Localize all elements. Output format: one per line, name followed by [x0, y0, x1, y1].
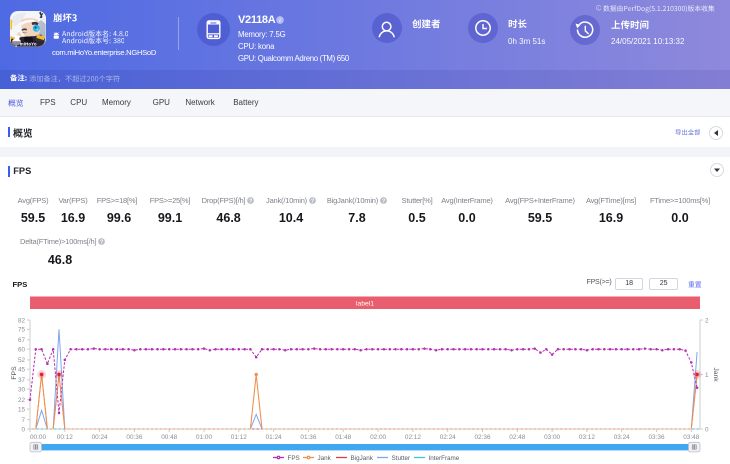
- svg-text:00:12: 00:12: [57, 434, 73, 441]
- svg-text:03:36: 03:36: [649, 434, 665, 441]
- svg-text:?: ?: [100, 239, 103, 245]
- svg-text:15: 15: [18, 406, 26, 413]
- svg-text:02:12: 02:12: [405, 434, 421, 441]
- svg-text:01:36: 01:36: [300, 434, 316, 441]
- svg-text:Jank: Jank: [712, 367, 719, 382]
- svg-text:75: 75: [18, 327, 26, 334]
- svg-text:03:00: 03:00: [544, 434, 560, 441]
- svg-text:00:48: 00:48: [161, 434, 177, 441]
- svg-text:miHoYo: miHoYo: [20, 41, 37, 46]
- svg-text:i: i: [598, 6, 599, 10]
- svg-text:00:36: 00:36: [126, 434, 142, 441]
- svg-text:01:48: 01:48: [335, 434, 351, 441]
- svg-text:0: 0: [705, 426, 709, 433]
- svg-text:02:48: 02:48: [509, 434, 525, 441]
- svg-text:01:12: 01:12: [231, 434, 247, 441]
- svg-text:Jank: Jank: [318, 455, 332, 462]
- svg-text:02:00: 02:00: [370, 434, 386, 441]
- svg-text:02:36: 02:36: [475, 434, 491, 441]
- svg-text:01:24: 01:24: [266, 434, 282, 441]
- svg-text:0: 0: [21, 426, 25, 433]
- svg-text:37: 37: [18, 377, 26, 384]
- svg-text:82: 82: [18, 317, 26, 324]
- svg-text:03:12: 03:12: [579, 434, 595, 441]
- svg-text:45: 45: [18, 367, 26, 374]
- svg-text:7: 7: [21, 417, 25, 424]
- svg-text:00:24: 00:24: [92, 434, 108, 441]
- svg-text:FPS: FPS: [11, 366, 18, 380]
- svg-text:30: 30: [18, 386, 26, 393]
- svg-text:03:24: 03:24: [614, 434, 630, 441]
- svg-text:52: 52: [18, 357, 26, 364]
- svg-text:1: 1: [705, 372, 709, 379]
- svg-text:Stutter: Stutter: [392, 455, 411, 462]
- svg-text:67: 67: [18, 337, 26, 344]
- svg-text:01:00: 01:00: [196, 434, 212, 441]
- svg-text:FPS: FPS: [288, 455, 300, 462]
- svg-text:BigJank: BigJank: [351, 455, 374, 462]
- svg-text:02:24: 02:24: [440, 434, 456, 441]
- svg-text:2: 2: [705, 317, 709, 324]
- svg-text:00:00: 00:00: [30, 434, 46, 441]
- svg-text:InterFrame: InterFrame: [429, 455, 460, 462]
- svg-text:60: 60: [18, 347, 26, 354]
- svg-text:03:48: 03:48: [683, 434, 699, 441]
- svg-text:label1: label1: [356, 301, 374, 308]
- svg-text:22: 22: [18, 397, 26, 404]
